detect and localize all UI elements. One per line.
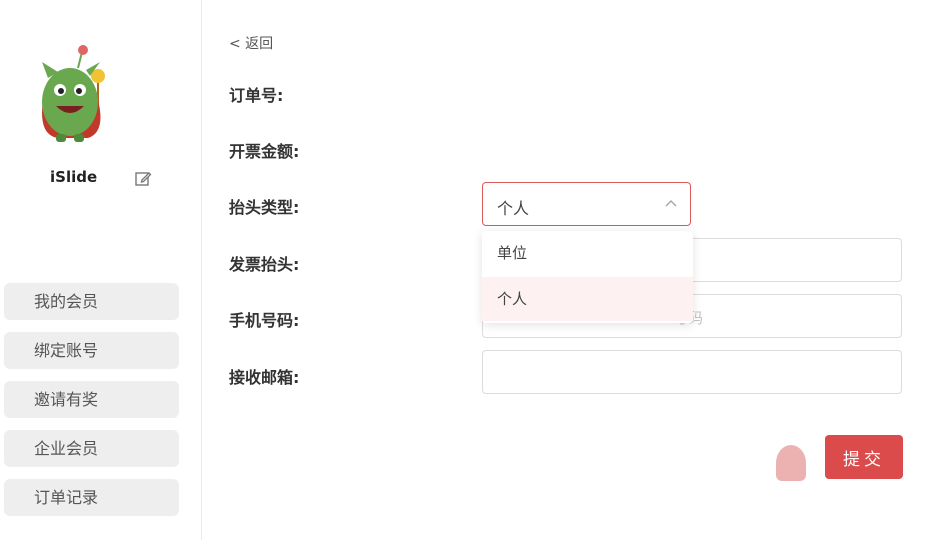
- receiving-email-label: 接收邮箱:: [229, 368, 300, 387]
- sidebar: iSlide 我的会员 绑定账号 邀请有奖 企业会员 订单记录: [0, 0, 202, 540]
- title-type-select[interactable]: 个人: [482, 182, 691, 226]
- submit-button[interactable]: 提交: [825, 435, 903, 479]
- avatar[interactable]: [28, 40, 118, 150]
- title-type-selected-value: 个人: [497, 199, 530, 218]
- decorative-shape: [776, 445, 806, 481]
- phone-number-label: 手机号码:: [229, 311, 300, 330]
- invoice-amount-label: 开票金额:: [229, 142, 300, 161]
- sidebar-item-my-membership[interactable]: 我的会员: [4, 283, 179, 320]
- title-type-dropdown: 单位 个人: [482, 231, 693, 323]
- edit-icon[interactable]: [134, 170, 152, 188]
- back-link[interactable]: < 返回: [229, 33, 273, 53]
- order-number-label: 订单号:: [229, 86, 284, 105]
- chevron-up-icon: [665, 199, 677, 207]
- dropdown-option-company[interactable]: 单位: [482, 231, 693, 275]
- sidebar-item-order-records[interactable]: 订单记录: [4, 479, 179, 516]
- sidebar-item-invite-reward[interactable]: 邀请有奖: [4, 381, 179, 418]
- invoice-title-label: 发票抬头:: [229, 255, 300, 274]
- dropdown-option-personal[interactable]: 个人: [482, 277, 693, 321]
- receiving-email-input[interactable]: [482, 350, 902, 394]
- title-type-label: 抬头类型:: [229, 198, 300, 217]
- sidebar-item-bind-account[interactable]: 绑定账号: [4, 332, 179, 369]
- username: iSlide: [50, 168, 98, 186]
- sidebar-item-enterprise-membership[interactable]: 企业会员: [4, 430, 179, 467]
